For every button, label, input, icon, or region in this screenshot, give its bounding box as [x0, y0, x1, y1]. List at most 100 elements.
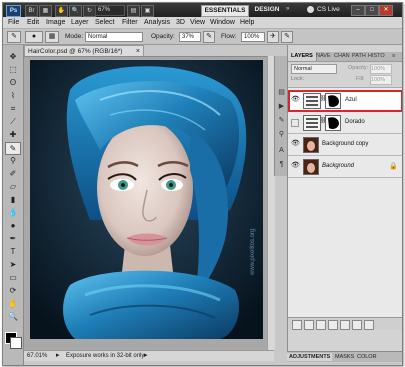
canvas-area[interactable]: www.pixelitos.org — [24, 56, 274, 351]
menu-analysis[interactable]: Analysis — [144, 18, 170, 27]
fill-field[interactable]: 100% — [370, 75, 392, 85]
actions-panel-icon[interactable]: ▶ — [277, 102, 286, 112]
cs-live-menu[interactable]: CS Live — [317, 5, 340, 15]
link-layers-icon[interactable] — [292, 320, 302, 330]
blur-tool-icon[interactable]: 💧 — [6, 207, 20, 218]
layer-dorado[interactable]: ⛓ Dorado — [288, 112, 402, 134]
type-tool-icon[interactable]: T — [6, 246, 20, 257]
menu-window[interactable]: Window — [210, 18, 235, 27]
new-group-icon[interactable] — [340, 320, 350, 330]
move-tool-icon[interactable]: ✥ — [6, 51, 20, 62]
document-tab[interactable]: HairColor.psd @ 67% (RGB/16*) × — [24, 45, 144, 56]
quick-selection-tool-icon[interactable]: ⌇ — [6, 90, 20, 101]
hand-tool-icon[interactable]: ✋ — [6, 298, 20, 309]
layer-azul[interactable]: 👁 ⛓ Azul — [288, 90, 402, 112]
zoom-tool-icon[interactable]: 🔍 — [6, 311, 20, 322]
pressure-opacity-icon[interactable]: ✎ — [203, 31, 215, 43]
rectangle-tool-icon[interactable]: ▭ — [6, 272, 20, 283]
layer-name[interactable]: Azul — [345, 96, 357, 104]
workspace-design-button[interactable]: DESIGN — [252, 5, 282, 15]
menu-image[interactable]: Image — [46, 18, 65, 27]
maximize-button[interactable]: □ — [365, 5, 379, 16]
zoom-tool-icon[interactable]: 🔍 — [69, 5, 82, 17]
brush-panel-icon[interactable]: ✎ — [277, 116, 286, 126]
layer-background[interactable]: 👁 Background 🔒 — [288, 156, 402, 178]
brush-preset-picker[interactable]: ● — [25, 31, 43, 43]
delete-layer-icon[interactable] — [364, 320, 374, 330]
screen-mode-icon[interactable]: ▣ — [141, 5, 154, 17]
workspace-more-icon[interactable]: » — [286, 6, 289, 12]
marquee-tool-icon[interactable]: ⬚ — [6, 64, 20, 75]
eyedropper-tool-icon[interactable]: ⟋ — [6, 116, 20, 127]
menu-layer[interactable]: Layer — [71, 18, 89, 27]
paragraph-panel-icon[interactable]: ¶ — [277, 160, 286, 170]
add-mask-icon[interactable] — [316, 320, 326, 330]
healing-brush-tool-icon[interactable]: ✚ — [6, 129, 20, 140]
bridge-icon[interactable]: Br — [25, 5, 38, 17]
new-layer-icon[interactable] — [352, 320, 362, 330]
opacity-field[interactable]: 37% — [179, 32, 201, 42]
layer-background-copy[interactable]: 👁 Background copy — [288, 134, 402, 156]
menu-file[interactable]: File — [8, 18, 19, 27]
flow-field[interactable]: 100% — [241, 32, 265, 42]
visibility-eye-icon[interactable]: 👁 — [291, 96, 300, 104]
portrait-photo[interactable]: www.pixelitos.org — [30, 60, 263, 339]
menu-view[interactable]: View — [190, 18, 205, 27]
pen-tool-icon[interactable]: ✒ — [6, 233, 20, 244]
layer-mask-thumbnail[interactable] — [325, 93, 341, 109]
workspace-essentials-button[interactable]: ESSENTIALS — [201, 5, 249, 17]
zoom-level-select[interactable]: 67% — [95, 5, 125, 16]
menu-filter[interactable]: Filter — [122, 18, 138, 27]
clone-stamp-tool-icon[interactable]: ⚲ — [6, 155, 20, 166]
3d-rotate-tool-icon[interactable]: ⟳ — [6, 285, 20, 296]
crop-tool-icon[interactable]: ⌗ — [6, 103, 20, 114]
tab-histogram[interactable]: HISTO — [368, 52, 385, 61]
tab-color[interactable]: COLOR — [357, 353, 377, 361]
new-adjustment-layer-icon[interactable] — [328, 320, 338, 330]
tab-layers[interactable]: LAYERS — [288, 52, 317, 61]
brush-tool-icon[interactable]: ✎ — [5, 142, 21, 155]
gradient-tool-icon[interactable]: ▮ — [6, 194, 20, 205]
minimize-button[interactable]: – — [351, 5, 365, 16]
visibility-toggle-off[interactable] — [291, 119, 299, 127]
menu-edit[interactable]: Edit — [27, 18, 39, 27]
tool-preset-icon[interactable]: ✎ — [7, 31, 21, 43]
layer-name[interactable]: Dorado — [345, 118, 365, 126]
hand-icon[interactable]: ✋ — [55, 5, 68, 17]
brush-panel-toggle-icon[interactable]: ▦ — [45, 31, 59, 43]
pressure-size-icon[interactable]: ✎ — [281, 31, 293, 43]
tab-adjustments[interactable]: ADJUSTMENTS — [287, 353, 333, 361]
layer-name[interactable]: Background — [322, 162, 354, 170]
lasso-tool-icon[interactable]: ʘ — [6, 77, 20, 88]
tab-channels[interactable]: CHAN — [334, 52, 350, 61]
layer-name[interactable]: Background copy — [322, 140, 368, 148]
character-panel-icon[interactable]: A — [277, 146, 286, 156]
layer-mask-thumbnail[interactable] — [325, 115, 341, 131]
mini-bridge-icon[interactable]: ▦ — [39, 5, 52, 17]
history-brush-tool-icon[interactable]: ✐ — [6, 168, 20, 179]
background-color-swatch[interactable] — [10, 337, 22, 349]
airbrush-icon[interactable]: ✈ — [267, 31, 279, 43]
layer-opacity-field[interactable]: 100% — [370, 64, 392, 74]
blend-mode-select[interactable]: Normal — [291, 64, 337, 74]
cs-live-icon[interactable] — [307, 6, 314, 13]
menu-3d[interactable]: 3D — [176, 18, 185, 27]
menu-select[interactable]: Select — [95, 18, 114, 27]
menu-help[interactable]: Help — [240, 18, 254, 27]
mode-select[interactable]: Normal — [85, 32, 143, 42]
status-zoom[interactable]: 67.01% — [27, 351, 47, 361]
status-info-icon[interactable]: ▸ — [56, 351, 60, 361]
visibility-eye-icon[interactable]: 👁 — [291, 162, 300, 170]
panel-menu-icon[interactable]: ≡ — [392, 52, 395, 61]
clone-source-panel-icon[interactable]: ⚲ — [277, 130, 286, 140]
path-selection-tool-icon[interactable]: ➤ — [6, 259, 20, 270]
status-menu-icon[interactable]: ▸ — [144, 351, 148, 361]
tab-navigator[interactable]: NAVE — [316, 52, 331, 61]
arrange-documents-icon[interactable]: ▤ — [127, 5, 140, 17]
layer-style-icon[interactable] — [304, 320, 314, 330]
close-button[interactable]: ✕ — [379, 5, 393, 16]
dodge-tool-icon[interactable]: ● — [6, 220, 20, 231]
visibility-eye-icon[interactable]: 👁 — [291, 140, 300, 148]
tab-paths[interactable]: PATH — [352, 52, 366, 61]
eraser-tool-icon[interactable]: ▱ — [6, 181, 20, 192]
